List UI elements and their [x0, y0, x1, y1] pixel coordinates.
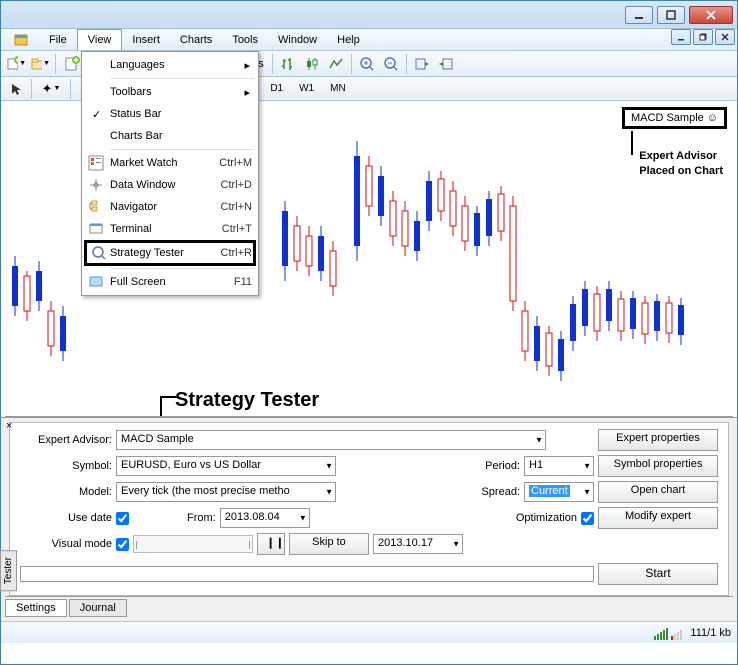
- zoom-out-icon[interactable]: [380, 53, 402, 75]
- app-window: File View Insert Charts Tools Window Hel…: [0, 0, 738, 665]
- submenu-arrow-icon: ▸: [244, 59, 250, 72]
- menu-toolbars[interactable]: Toolbars▸: [84, 81, 256, 103]
- symbol-select[interactable]: EURUSD, Euro vs US Dollar▼: [116, 456, 336, 476]
- period-w1[interactable]: W1: [292, 80, 321, 97]
- menu-marketwatch[interactable]: Market WatchCtrl+M: [84, 152, 256, 174]
- menu-datawindow[interactable]: Data WindowCtrl+D: [84, 174, 256, 196]
- app-icon[interactable]: [3, 29, 39, 50]
- candle-chart-icon[interactable]: [301, 53, 323, 75]
- navigator-icon: [88, 199, 104, 215]
- indicators-icon[interactable]: ✦▼: [36, 78, 66, 100]
- speed-slider[interactable]: [133, 535, 253, 553]
- tab-journal[interactable]: Journal: [69, 599, 127, 617]
- mdi-minimize[interactable]: [671, 29, 691, 45]
- menu-help[interactable]: Help: [327, 29, 370, 50]
- connection-icon: [654, 626, 684, 640]
- menu-navigator[interactable]: NavigatorCtrl+N: [84, 196, 256, 218]
- profiles-icon[interactable]: ▼: [29, 53, 51, 75]
- modify-expert-button[interactable]: Modify expert: [598, 507, 718, 529]
- from-label: From:: [187, 512, 216, 524]
- line-chart-icon[interactable]: [325, 53, 347, 75]
- annotation-tester: Strategy Tester: [175, 389, 319, 412]
- period-select[interactable]: H1▼: [524, 456, 594, 476]
- tester-close-button[interactable]: ×: [3, 420, 15, 432]
- minimize-button[interactable]: [625, 6, 653, 24]
- visual-checkbox[interactable]: [116, 538, 129, 551]
- shift-icon[interactable]: [435, 53, 457, 75]
- period-mn[interactable]: MN: [323, 80, 353, 97]
- tester-tabs: Settings Journal: [5, 596, 733, 617]
- status-kb: 111/1 kb: [690, 627, 731, 639]
- annotation-ea: Expert Advisor Placed on Chart: [639, 149, 723, 180]
- menu-charts[interactable]: Charts: [170, 29, 222, 50]
- spread-select[interactable]: Current▼: [524, 482, 594, 502]
- usedate-label: Use date: [20, 512, 112, 524]
- annotation-line2b: [160, 396, 178, 398]
- menu-statusbar[interactable]: ✓Status Bar: [84, 103, 256, 125]
- skipto-button[interactable]: Skip to: [289, 533, 369, 555]
- menu-insert[interactable]: Insert: [122, 29, 170, 50]
- cursor-icon[interactable]: [5, 78, 27, 100]
- strategytester-icon: [91, 245, 107, 261]
- strategy-tester-panel: × Expert Advisor: MACD Sample▼ Expert pr…: [1, 417, 737, 621]
- close-button[interactable]: [689, 6, 733, 24]
- menu-strategytester[interactable]: Strategy TesterCtrl+R: [84, 240, 256, 266]
- fullscreen-icon: [88, 274, 104, 290]
- progress-bar: [20, 566, 594, 582]
- ea-select[interactable]: MACD Sample▼: [116, 430, 546, 450]
- maximize-button[interactable]: [657, 6, 685, 24]
- start-button[interactable]: Start: [598, 563, 718, 585]
- optimization-label: Optimization: [516, 512, 577, 524]
- menu-view[interactable]: View: [77, 29, 123, 50]
- pause-button[interactable]: ❙❙: [257, 533, 285, 555]
- bar-chart-icon[interactable]: [277, 53, 299, 75]
- menu-window[interactable]: Window: [268, 29, 327, 50]
- annotation-line2: [160, 396, 162, 416]
- submenu-arrow-icon: ▸: [244, 86, 250, 99]
- menu-chartsbar[interactable]: Charts Bar: [84, 125, 256, 147]
- new-chart-icon[interactable]: ▼: [5, 53, 27, 75]
- model-select[interactable]: Every tick (the most precise metho▼: [116, 482, 336, 502]
- from-date[interactable]: 2013.08.04▼: [220, 508, 310, 528]
- marketwatch-icon: [88, 155, 104, 171]
- datawindow-icon: [88, 177, 104, 193]
- menu-tools[interactable]: Tools: [222, 29, 268, 50]
- tester-side-tab[interactable]: Tester: [0, 550, 17, 591]
- menu-file[interactable]: File: [39, 29, 77, 50]
- mdi-close[interactable]: [715, 29, 735, 45]
- period-d1[interactable]: D1: [263, 80, 290, 97]
- menu-bar: File View Insert Charts Tools Window Hel…: [1, 29, 737, 51]
- skipto-date[interactable]: 2013.10.17▼: [373, 534, 463, 554]
- open-chart-button[interactable]: Open chart: [598, 481, 718, 503]
- menu-terminal[interactable]: TerminalCtrl+T: [84, 218, 256, 240]
- check-icon: ✓: [92, 108, 101, 121]
- symbol-properties-button[interactable]: Symbol properties: [598, 455, 718, 477]
- usedate-checkbox[interactable]: [116, 512, 129, 525]
- annotation-line: [631, 131, 633, 155]
- period-label: Period:: [485, 460, 520, 472]
- optimization-checkbox[interactable]: [581, 512, 594, 525]
- mdi-controls: [671, 29, 735, 50]
- terminal-icon: [88, 221, 104, 237]
- status-bar: 111/1 kb: [1, 621, 737, 643]
- spread-label: Spread:: [481, 486, 520, 498]
- menu-fullscreen[interactable]: Full ScreenF11: [84, 271, 256, 293]
- expert-properties-button[interactable]: Expert properties: [598, 429, 718, 451]
- title-bar: [1, 1, 737, 29]
- view-dropdown: Languages▸ Toolbars▸ ✓Status Bar Charts …: [81, 51, 259, 296]
- ea-label: Expert Advisor:: [20, 434, 112, 446]
- model-label: Model:: [20, 486, 112, 498]
- zoom-in-icon[interactable]: [356, 53, 378, 75]
- ea-badge: MACD Sample☺: [622, 107, 727, 129]
- visual-label: Visual mode: [20, 538, 112, 550]
- menu-languages[interactable]: Languages▸: [84, 54, 256, 76]
- symbol-label: Symbol:: [20, 460, 112, 472]
- tab-settings[interactable]: Settings: [5, 599, 67, 617]
- mdi-restore[interactable]: [693, 29, 713, 45]
- smiley-icon: ☺: [707, 112, 718, 124]
- autoscroll-icon[interactable]: [411, 53, 433, 75]
